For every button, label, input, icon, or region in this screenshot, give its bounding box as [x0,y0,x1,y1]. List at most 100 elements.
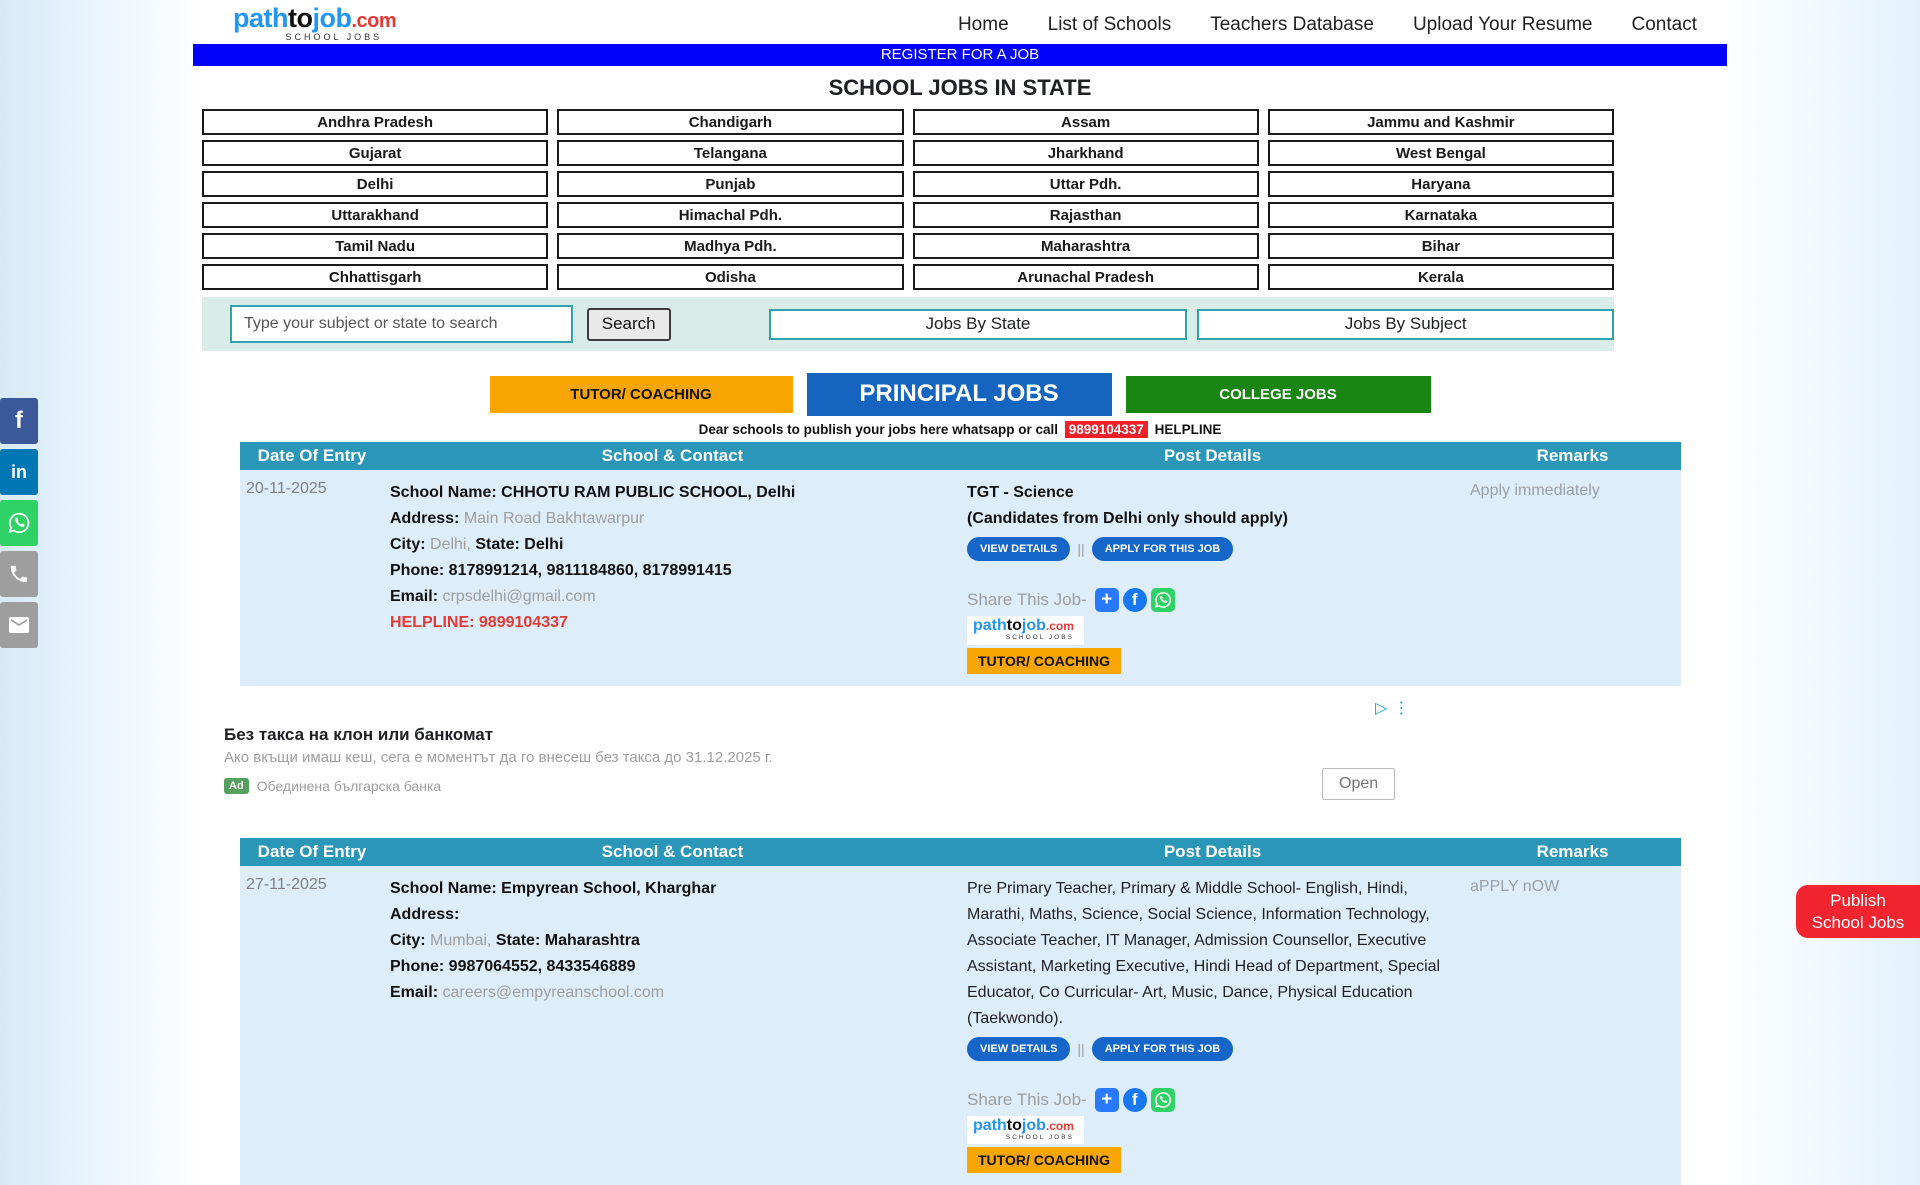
principal-jobs-button[interactable]: PRINCIPAL JOBS [807,373,1112,416]
whatsapp-share-icon[interactable] [1151,1088,1175,1112]
mini-logo-path: path [973,1117,1007,1134]
email-value: careers@empyreanschool.com [442,984,664,1001]
email-label: Email: [390,588,438,605]
facebook-icon[interactable]: f [0,398,38,444]
email-icon[interactable] [0,602,38,648]
share-plus-icon[interactable]: + [1095,1088,1119,1112]
state-button-haryana[interactable]: Haryana [1268,171,1614,197]
state-button-jammu-and-kashmir[interactable]: Jammu and Kashmir [1268,109,1614,135]
state-button-assam[interactable]: Assam [913,109,1259,135]
helpline-suffix: HELPLINE [1155,422,1222,437]
apply-for-job-button[interactable]: APPLY FOR THIS JOB [1092,537,1234,561]
school-name-label: School Name: [390,484,497,501]
view-details-button[interactable]: VIEW DETAILS [967,537,1070,561]
logo-tagline: SCHOOL JOBS [233,33,396,42]
logo-wordmark: pathtojob.com [233,5,396,32]
whatsapp-share-icon[interactable] [1151,588,1175,612]
whatsapp-icon[interactable] [0,500,38,546]
facebook-share-icon[interactable]: f [1123,1088,1147,1112]
facebook-share-icon[interactable]: f [1123,588,1147,612]
search-button[interactable]: Search [587,308,671,341]
search-input[interactable] [230,305,573,343]
state-button-madhya-pdh[interactable]: Madhya Pdh. [557,233,903,259]
ad-menu-dots-icon[interactable]: ⋮ [1393,698,1409,718]
state-button-gujarat[interactable]: Gujarat [202,140,548,166]
nav-home[interactable]: Home [958,14,1009,36]
phone-line: Phone: 8178991214, 9811184860, 817899141… [390,558,953,584]
state-button-delhi[interactable]: Delhi [202,171,548,197]
view-details-button[interactable]: VIEW DETAILS [967,1037,1070,1061]
state-value: Delhi [524,536,563,553]
whatsapp-glyph [1153,1090,1173,1110]
envelope-glyph [7,613,31,637]
tutor-coaching-button[interactable]: TUTOR/ COACHING [490,376,793,413]
college-jobs-button[interactable]: COLLEGE JOBS [1126,376,1431,413]
apply-for-job-button[interactable]: APPLY FOR THIS JOB [1092,1037,1234,1061]
job-remarks: Apply immediately [1464,470,1681,512]
state-button-rajasthan[interactable]: Rajasthan [913,202,1259,228]
nav-list-of-schools[interactable]: List of Schools [1048,14,1172,36]
mini-logo-to: to [1007,617,1022,634]
state-button-chandigarh[interactable]: Chandigarh [557,109,903,135]
state-button-arunachal-pradesh[interactable]: Arunachal Pradesh [913,264,1259,290]
row-helpline-line: HELPLINE: 9899104337 [390,610,953,636]
col-header-date: Date Of Entry [240,446,384,466]
state-button-uttarakhand[interactable]: Uttarakhand [202,202,548,228]
col-header-school: School & Contact [384,842,961,862]
state-button-uttar-pdh[interactable]: Uttar Pdh. [913,171,1259,197]
mini-logo-to: to [1007,1117,1022,1134]
helpline-prefix: Dear schools to publish your jobs here w… [699,422,1058,437]
phone-icon[interactable] [0,551,38,597]
state-button-maharashtra[interactable]: Maharashtra [913,233,1259,259]
site-logo[interactable]: pathtojob.com SCHOOL JOBS [233,5,396,42]
mini-logo-wordmark: pathtojob.com [973,618,1074,634]
phone-label: Phone: [390,958,444,975]
tutor-coaching-tag[interactable]: TUTOR/ COACHING [967,1147,1121,1173]
actions-separator: || [1077,1041,1084,1057]
ad-open-button[interactable]: Open [1322,768,1395,800]
col-header-date: Date Of Entry [240,842,384,862]
mini-logo[interactable]: pathtojob.com SCHOOL JOBS [967,616,1084,645]
mini-logo-com: .com [1046,1119,1074,1133]
actions-separator: || [1077,541,1084,557]
post-title: TGT - Science [967,480,1456,506]
row-helpline-label: HELPLINE: [390,614,474,631]
jobs-by-state-select[interactable]: Jobs By State [769,309,1188,340]
nav-upload-your-resume[interactable]: Upload Your Resume [1413,14,1593,36]
state-button-west-bengal[interactable]: West Bengal [1268,140,1614,166]
phone-value: 8178991214, 9811184860, 8178991415 [449,562,732,579]
share-plus-icon[interactable]: + [1095,588,1119,612]
state-button-kerala[interactable]: Kerala [1268,264,1614,290]
mini-logo[interactable]: pathtojob.com SCHOOL JOBS [967,1116,1084,1145]
nav-teachers-database[interactable]: Teachers Database [1210,14,1374,36]
linkedin-icon[interactable]: in [0,449,38,495]
address-value: Main Road Bakhtawarpur [464,510,645,527]
job-date: 20-11-2025 [240,470,384,510]
state-button-andhra-pradesh[interactable]: Andhra Pradesh [202,109,548,135]
ad-controls: ▷ ⋮ [1375,698,1409,718]
adchoices-icon[interactable]: ▷ [1375,698,1387,718]
nav-contact[interactable]: Contact [1632,14,1697,36]
state-button-chhattisgarh[interactable]: Chhattisgarh [202,264,548,290]
job-actions: VIEW DETAILS || APPLY FOR THIS JOB [967,1037,1456,1061]
state-button-odisha[interactable]: Odisha [557,264,903,290]
school-name-label: School Name: [390,880,497,897]
publish-school-jobs-button[interactable]: Publish School Jobs [1796,885,1920,938]
register-banner[interactable]: REGISTER FOR A JOB [193,44,1727,66]
states-grid: Andhra Pradesh Chandigarh Assam Jammu an… [202,109,1614,290]
logo-path: path [233,3,288,33]
state-button-punjab[interactable]: Punjab [557,171,903,197]
col-header-post: Post Details [961,842,1464,862]
state-button-bihar[interactable]: Bihar [1268,233,1614,259]
mini-logo-job: job [1022,1117,1046,1134]
main-nav: Home List of Schools Teachers Database U… [958,5,1697,36]
state-button-himachal-pdh[interactable]: Himachal Pdh. [557,202,903,228]
state-button-telangana[interactable]: Telangana [557,140,903,166]
state-button-jharkhand[interactable]: Jharkhand [913,140,1259,166]
state-button-tamil-nadu[interactable]: Tamil Nadu [202,233,548,259]
address-line: Address: [390,902,953,928]
tutor-coaching-tag[interactable]: TUTOR/ COACHING [967,648,1121,674]
state-button-karnataka[interactable]: Karnataka [1268,202,1614,228]
address-label: Address: [390,906,459,923]
jobs-by-subject-select[interactable]: Jobs By Subject [1197,309,1614,340]
